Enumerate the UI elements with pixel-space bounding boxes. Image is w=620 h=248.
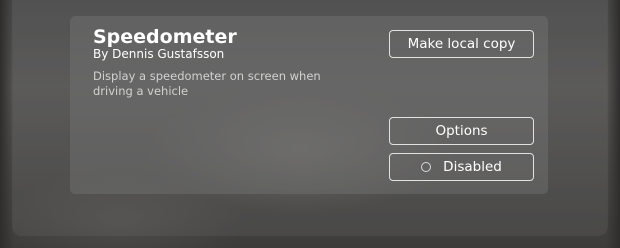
enable-toggle-label: Disabled [443, 159, 502, 175]
background-vignette-right [606, 0, 620, 248]
mod-details-card: Speedometer By Dennis Gustafsson Display… [70, 16, 548, 194]
make-local-copy-label: Make local copy [407, 36, 516, 52]
mod-author: By Dennis Gustafsson [93, 47, 225, 61]
options-button[interactable]: Options [389, 117, 534, 145]
options-label: Options [435, 123, 488, 139]
mod-title: Speedometer [93, 26, 237, 48]
make-local-copy-button[interactable]: Make local copy [389, 30, 534, 58]
radio-off-icon [421, 162, 432, 172]
enable-toggle-button[interactable]: Disabled [389, 153, 534, 181]
mod-description: Display a speedometer on screen when dri… [93, 69, 321, 98]
screen: Speedometer By Dennis Gustafsson Display… [0, 0, 620, 248]
